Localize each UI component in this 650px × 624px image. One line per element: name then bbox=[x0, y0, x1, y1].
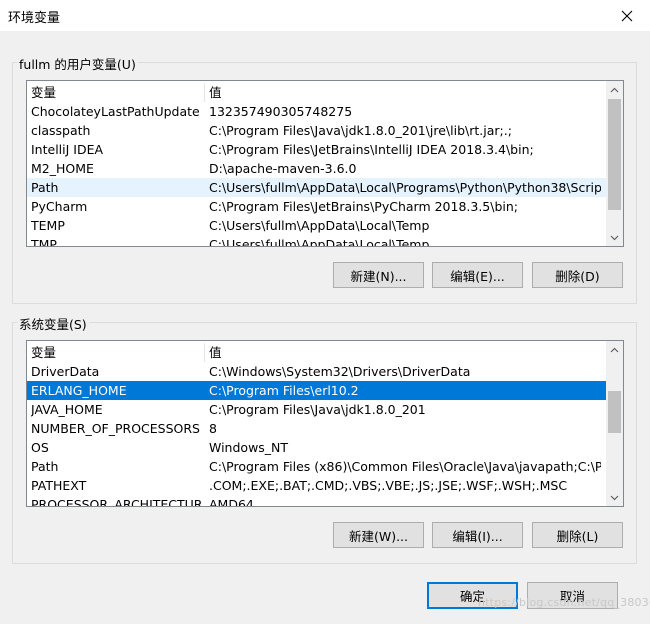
column-separator[interactable] bbox=[204, 83, 205, 102]
list-header: 变量 值 bbox=[27, 343, 606, 362]
user-variables-list[interactable]: 变量 值 ChocolateyLastPathUpdate 1323574903… bbox=[26, 80, 624, 247]
user-delete-button[interactable]: 删除(D) bbox=[532, 262, 623, 288]
scroll-down-button[interactable] bbox=[606, 489, 623, 506]
table-row[interactable]: M2_HOME D:\apache-maven-3.6.0 bbox=[27, 159, 606, 178]
list-header: 变量 值 bbox=[27, 83, 606, 102]
scroll-down-button[interactable] bbox=[606, 229, 623, 246]
title-bar: 环境变量 bbox=[0, 0, 650, 31]
variable-name: ERLANG_HOME bbox=[31, 383, 127, 398]
table-row[interactable]: PyCharm C:\Program Files\JetBrains\PyCha… bbox=[27, 197, 606, 216]
system-new-button[interactable]: 新建(W)... bbox=[333, 522, 424, 548]
variable-name: NUMBER_OF_PROCESSORS bbox=[31, 421, 200, 436]
variable-name: classpath bbox=[31, 123, 91, 138]
variable-name: DriverData bbox=[31, 364, 100, 379]
table-row[interactable]: PATHEXT .COM;.EXE;.BAT;.CMD;.VBS;.VBE;.J… bbox=[27, 476, 606, 495]
user-variables-label: fullm 的用户变量(U) bbox=[17, 54, 138, 73]
variable-value: C:\Users\fullm\AppData\Local\Programs\Py… bbox=[209, 180, 601, 195]
variable-value: C:\Program Files\JetBrains\IntelliJ IDEA… bbox=[209, 142, 534, 157]
user-edit-button[interactable]: 编辑(E)... bbox=[432, 262, 523, 288]
chevron-up-icon bbox=[610, 347, 619, 352]
variable-name: TEMP bbox=[31, 218, 65, 233]
vertical-scrollbar[interactable] bbox=[606, 81, 623, 246]
column-header-variable[interactable]: 变量 bbox=[31, 83, 203, 102]
system-variables-list[interactable]: 变量 值 DriverData C:\Windows\System32\Driv… bbox=[26, 340, 624, 507]
column-header-value[interactable]: 值 bbox=[209, 83, 601, 102]
table-row[interactable]: TEMP C:\Users\fullm\AppData\Local\Temp bbox=[27, 216, 606, 235]
variable-value: Windows_NT bbox=[209, 440, 289, 455]
table-row[interactable]: Path C:\Users\fullm\AppData\Local\Progra… bbox=[27, 178, 606, 197]
scroll-up-button[interactable] bbox=[606, 81, 623, 98]
scroll-thumb[interactable] bbox=[608, 99, 621, 210]
table-row[interactable]: OS Windows_NT bbox=[27, 438, 606, 457]
variable-name: PATHEXT bbox=[31, 478, 87, 493]
scroll-up-button[interactable] bbox=[606, 341, 623, 358]
variable-value: C:\Program Files\Java\jdk1.8.0_201\jre\l… bbox=[209, 123, 512, 138]
variable-name: ChocolateyLastPathUpdate bbox=[31, 104, 200, 119]
table-row[interactable]: ChocolateyLastPathUpdate 132357490305748… bbox=[27, 102, 606, 121]
table-row[interactable]: PROCESSOR_ARCHITECTURE AMD64 bbox=[27, 495, 606, 507]
column-separator[interactable] bbox=[204, 343, 205, 362]
variable-value: C:\Windows\System32\Drivers\DriverData bbox=[209, 364, 471, 379]
column-header-variable[interactable]: 变量 bbox=[31, 343, 203, 362]
variable-name: TMP bbox=[31, 237, 57, 247]
variable-value: D:\apache-maven-3.6.0 bbox=[209, 161, 357, 176]
variable-value: C:\Program Files (x86)\Common Files\Orac… bbox=[209, 459, 601, 474]
variable-value: C:\Program Files\JetBrains\PyCharm 2018.… bbox=[209, 199, 519, 214]
variable-name: PyCharm bbox=[31, 199, 88, 214]
table-row[interactable]: JAVA_HOME C:\Program Files\Java\jdk1.8.0… bbox=[27, 400, 606, 419]
variable-name: M2_HOME bbox=[31, 161, 94, 176]
variable-value: C:\Program Files\Java\jdk1.8.0_201 bbox=[209, 402, 426, 417]
scroll-thumb[interactable] bbox=[608, 391, 621, 433]
table-row[interactable]: Path C:\Program Files (x86)\Common Files… bbox=[27, 457, 606, 476]
user-new-button[interactable]: 新建(N)... bbox=[333, 262, 424, 288]
variable-value: C:\Users\fullm\AppData\Local\Temp bbox=[209, 218, 430, 233]
table-row[interactable]: IntelliJ IDEA C:\Program Files\JetBrains… bbox=[27, 140, 606, 159]
variable-value: .COM;.EXE;.BAT;.CMD;.VBS;.VBE;.JS;.JSE;.… bbox=[209, 478, 568, 493]
chevron-down-icon bbox=[610, 495, 619, 500]
variable-name: Path bbox=[31, 180, 59, 195]
window-title: 环境变量 bbox=[8, 11, 61, 26]
variable-value: 132357490305748275 bbox=[209, 104, 353, 119]
system-variables-label: 系统变量(S) bbox=[17, 314, 89, 333]
watermark: https://blog.csdn.net/qq_38036258 bbox=[478, 596, 650, 609]
variable-value: 8 bbox=[209, 421, 217, 436]
system-edit-button[interactable]: 编辑(I)... bbox=[432, 522, 523, 548]
variable-name: PROCESSOR_ARCHITECTURE bbox=[31, 497, 203, 507]
table-row[interactable]: DriverData C:\Windows\System32\Drivers\D… bbox=[27, 362, 606, 381]
chevron-up-icon bbox=[610, 87, 619, 92]
column-header-value[interactable]: 值 bbox=[209, 343, 601, 362]
table-row-selected[interactable]: ERLANG_HOME C:\Program Files\erl10.2 bbox=[27, 381, 606, 400]
table-row[interactable]: classpath C:\Program Files\Java\jdk1.8.0… bbox=[27, 121, 606, 140]
system-delete-button[interactable]: 删除(L) bbox=[532, 522, 623, 548]
variable-value: C:\Program Files\erl10.2 bbox=[209, 383, 359, 398]
table-row[interactable]: NUMBER_OF_PROCESSORS 8 bbox=[27, 419, 606, 438]
chevron-down-icon bbox=[610, 235, 619, 240]
vertical-scrollbar[interactable] bbox=[606, 341, 623, 506]
variable-name: OS bbox=[31, 440, 49, 455]
variable-name: JAVA_HOME bbox=[31, 402, 103, 417]
close-button[interactable] bbox=[604, 0, 650, 31]
close-icon bbox=[621, 10, 633, 21]
variable-name: Path bbox=[31, 459, 59, 474]
variable-value: AMD64 bbox=[209, 497, 254, 507]
table-row[interactable]: TMP C:\Users\fullm\AppData\Local\Temp bbox=[27, 235, 606, 247]
variable-value: C:\Users\fullm\AppData\Local\Temp bbox=[209, 237, 430, 247]
variable-name: IntelliJ IDEA bbox=[31, 142, 104, 157]
